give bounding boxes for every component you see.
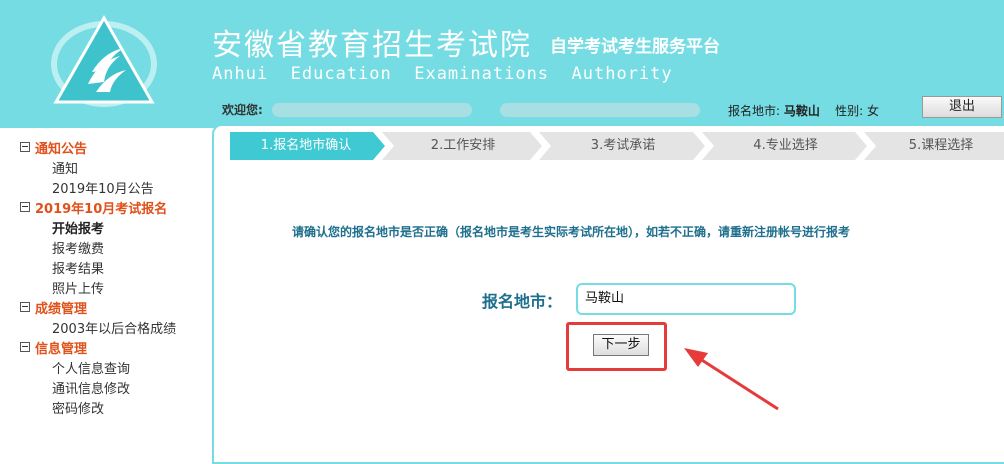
exam-city-info: 报名地市: 马鞍山 性别: 女: [728, 102, 879, 119]
logo-icon: [51, 14, 157, 107]
red-arrow-icon: [684, 348, 779, 411]
site-subtitle: 自学考试考生服务平台: [550, 37, 720, 57]
sidebar-category-notice[interactable]: 通知公告: [20, 140, 87, 160]
sidebar-category-registration[interactable]: 2019年10月考试报名: [20, 200, 167, 220]
collapse-icon: [20, 302, 30, 312]
sidebar-item-oct-announce[interactable]: 2019年10月公告: [52, 180, 154, 200]
sidebar-item-notice[interactable]: 通知: [52, 160, 78, 180]
next-step-button[interactable]: 下一步: [593, 334, 649, 356]
exam-city-label: 报名地市:: [728, 104, 781, 118]
collapse-icon: [20, 142, 30, 152]
sidebar-category-grades[interactable]: 成绩管理: [20, 300, 87, 320]
gender-label: 性别:: [835, 104, 864, 118]
site-title: 安徽省教育招生考试院: [212, 28, 532, 63]
sidebar-item-photo[interactable]: 照片上传: [52, 280, 104, 300]
sidebar-item-result[interactable]: 报考结果: [52, 260, 104, 280]
sidebar-category-label: 成绩管理: [35, 302, 88, 317]
step-1: 1.报名地市确认: [260, 138, 352, 153]
redacted-user-name: [272, 103, 472, 117]
collapse-icon: [20, 202, 30, 212]
step-4: 4.专业选择: [753, 138, 818, 153]
city-field[interactable]: 马鞍山: [576, 283, 796, 315]
logout-button[interactable]: 退出: [922, 96, 1002, 118]
header-banner: 安徽省教育招生考试院 自学考试考生服务平台 Anhui Education Ex…: [0, 0, 1004, 128]
sidebar-item-start[interactable]: 开始报考: [52, 220, 104, 240]
sidebar-category-info[interactable]: 信息管理: [20, 340, 87, 360]
step-5: 5.课程选择: [908, 138, 974, 153]
city-field-label: 报名地市：: [482, 292, 563, 311]
confirm-note: 请确认您的报名地市是否正确（报名地市是考生实际考试所在地），如若不正确，请重新注…: [292, 225, 851, 239]
collapse-icon: [20, 342, 30, 352]
step-progress-bar: 1.报名地市确认 2.工作安排 3.考试承诺 4.专业选择 5.课程选择: [230, 132, 1004, 160]
site-title-en: Anhui Education Examinations Authority: [212, 64, 673, 84]
sidebar-item-pay[interactable]: 报考缴费: [52, 240, 104, 260]
sidebar-category-label: 2019年10月考试报名: [35, 202, 168, 217]
welcome-label: 欢迎您:: [222, 103, 263, 117]
sidebar-item-grades-2003[interactable]: 2003年以后合格成绩: [52, 320, 176, 340]
redacted-user-id: [500, 103, 700, 117]
sidebar-item-contact[interactable]: 通讯信息修改: [52, 380, 130, 400]
sidebar-category-label: 通知公告: [35, 142, 88, 157]
sidebar-item-personal[interactable]: 个人信息查询: [52, 360, 130, 380]
step-2: 2.工作安排: [430, 138, 496, 153]
exam-city-value: 马鞍山: [783, 104, 820, 118]
step-3: 3.考试承诺: [590, 138, 656, 153]
gender-value: 女: [867, 104, 880, 118]
sidebar-item-password[interactable]: 密码修改: [52, 400, 104, 420]
sidebar-category-label: 信息管理: [35, 342, 88, 357]
